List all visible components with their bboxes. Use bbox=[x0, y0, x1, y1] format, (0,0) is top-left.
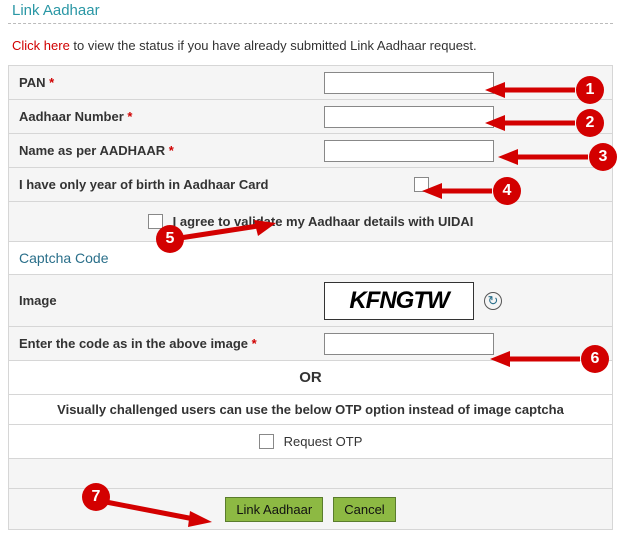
aadhaar-no-row: Aadhaar Number * bbox=[9, 100, 612, 134]
request-otp-label: Request OTP bbox=[284, 434, 363, 449]
captcha-enter-row: Enter the code as in the above image * bbox=[9, 327, 612, 361]
or-row: OR bbox=[9, 361, 612, 395]
yob-checkbox[interactable] bbox=[414, 177, 429, 192]
otp-row: Request OTP bbox=[9, 425, 612, 459]
link-aadhaar-button[interactable]: Link Aadhaar bbox=[225, 497, 323, 522]
pan-label: PAN * bbox=[19, 75, 324, 90]
captcha-input[interactable] bbox=[324, 333, 494, 355]
page-title: Link Aadhaar bbox=[8, 0, 613, 24]
captcha-image: KFNGTW bbox=[324, 282, 474, 320]
aadhaar-no-label: Aadhaar Number * bbox=[19, 109, 324, 124]
yob-label: I have only year of birth in Aadhaar Car… bbox=[19, 177, 414, 192]
captcha-image-label: Image bbox=[19, 293, 324, 308]
status-text: to view the status if you have already s… bbox=[70, 38, 477, 53]
consent-row: I agree to validate my Aadhaar details w… bbox=[9, 202, 612, 242]
yob-row: I have only year of birth in Aadhaar Car… bbox=[9, 168, 612, 202]
refresh-icon[interactable]: ↻ bbox=[484, 292, 502, 310]
captcha-enter-label: Enter the code as in the above image * bbox=[19, 336, 324, 351]
vc-row: Visually challenged users can use the be… bbox=[9, 395, 612, 425]
status-line: Click here to view the status if you hav… bbox=[8, 36, 613, 65]
consent-checkbox[interactable] bbox=[148, 214, 163, 229]
captcha-image-row: Image KFNGTW ↻ bbox=[9, 275, 612, 327]
click-here-link[interactable]: Click here bbox=[12, 38, 70, 53]
cancel-button[interactable]: Cancel bbox=[333, 497, 395, 522]
name-row: Name as per AADHAAR * bbox=[9, 134, 612, 168]
request-otp-checkbox[interactable] bbox=[259, 434, 274, 449]
form-panel: PAN * Aadhaar Number * Name as per AADHA… bbox=[8, 65, 613, 530]
name-label: Name as per AADHAAR * bbox=[19, 143, 324, 158]
aadhaar-no-input[interactable] bbox=[324, 106, 494, 128]
name-input[interactable] bbox=[324, 140, 494, 162]
button-row: Link Aadhaar Cancel bbox=[9, 489, 612, 529]
captcha-heading: Captcha Code bbox=[9, 242, 612, 275]
consent-label: I agree to validate my Aadhaar details w… bbox=[173, 214, 474, 229]
spacer-row bbox=[9, 459, 612, 489]
pan-input[interactable] bbox=[324, 72, 494, 94]
pan-row: PAN * bbox=[9, 66, 612, 100]
